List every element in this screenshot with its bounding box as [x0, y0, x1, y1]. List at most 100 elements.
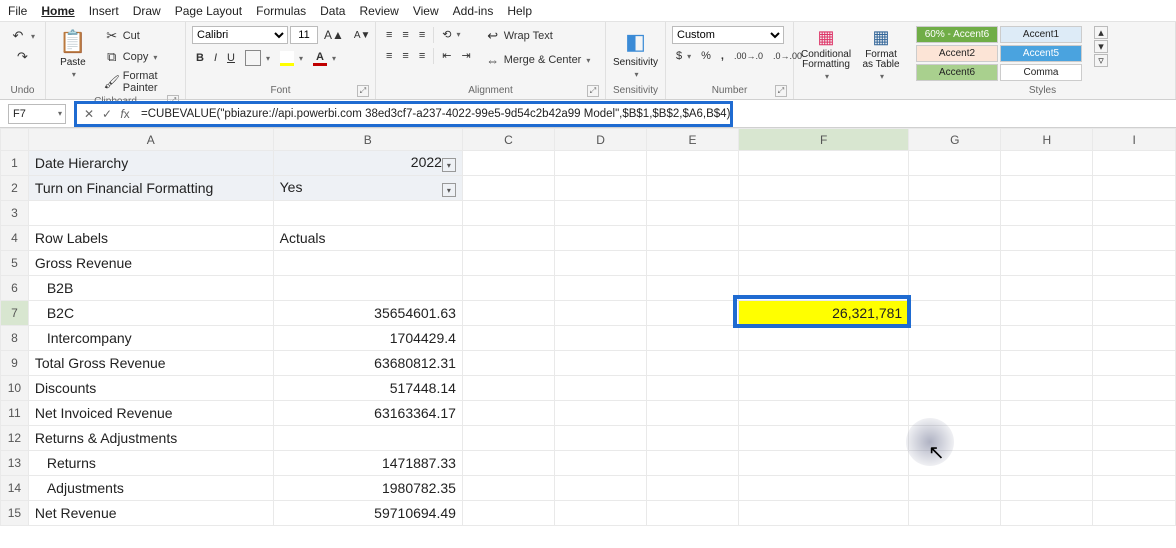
row-header-5[interactable]: 5: [1, 251, 29, 276]
align-right-button[interactable]: ≡: [415, 48, 429, 64]
cell-H10[interactable]: [1001, 376, 1093, 401]
row-header-8[interactable]: 8: [1, 326, 29, 351]
cell-H6[interactable]: [1001, 276, 1093, 301]
cell-H2[interactable]: [1001, 176, 1093, 201]
cell-E7[interactable]: [647, 301, 739, 326]
cell-A6[interactable]: B2B: [28, 276, 273, 301]
accounting-format-button[interactable]: $: [672, 48, 695, 64]
cell-A14[interactable]: Adjustments: [28, 476, 273, 501]
row-header-3[interactable]: 3: [1, 201, 29, 226]
cell-A5[interactable]: Gross Revenue: [28, 251, 273, 276]
cell-E13[interactable]: [647, 451, 739, 476]
increase-font-button[interactable]: A▲: [320, 26, 348, 44]
cell-E14[interactable]: [647, 476, 739, 501]
cell-D1[interactable]: [555, 151, 647, 176]
align-middle-button[interactable]: ≡: [398, 27, 412, 43]
cell-C9[interactable]: [462, 351, 554, 376]
filter-handle-b1[interactable]: ▾: [442, 158, 456, 172]
cell-F6[interactable]: [739, 276, 909, 301]
cell-C7[interactable]: [462, 301, 554, 326]
wrap-text-button[interactable]: ↩Wrap Text: [481, 26, 595, 46]
cell-G13[interactable]: [909, 451, 1001, 476]
cell-I5[interactable]: [1093, 251, 1176, 276]
cell-I13[interactable]: [1093, 451, 1176, 476]
borders-button[interactable]: [241, 48, 274, 68]
col-header-A[interactable]: A: [28, 129, 273, 151]
cell-A4[interactable]: Row Labels: [28, 226, 273, 251]
styles-more[interactable]: ▿: [1094, 54, 1108, 67]
style-swatch-comma[interactable]: Comma: [1000, 64, 1082, 81]
align-left-button[interactable]: ≡: [382, 48, 396, 64]
format-as-table-button[interactable]: ▦ Format as Table: [858, 26, 904, 82]
cell-G9[interactable]: [909, 351, 1001, 376]
cell-I1[interactable]: [1093, 151, 1176, 176]
cell-I7[interactable]: [1093, 301, 1176, 326]
cell-F13[interactable]: [739, 451, 909, 476]
row-header-7[interactable]: 7: [1, 301, 29, 326]
menu-item-formulas[interactable]: Formulas: [256, 4, 306, 18]
cell-F8[interactable]: [739, 326, 909, 351]
col-header-B[interactable]: B: [273, 129, 462, 151]
cell-C14[interactable]: [462, 476, 554, 501]
percent-format-button[interactable]: %: [697, 48, 715, 64]
cell-B9[interactable]: 63680812.31: [273, 351, 462, 376]
cell-C2[interactable]: [462, 176, 554, 201]
cell-B5[interactable]: [273, 251, 462, 276]
cell-B4[interactable]: Actuals: [273, 226, 462, 251]
formula-bar-input[interactable]: =CUBEVALUE("pbiazure://api.powerbi.com 3…: [137, 108, 730, 120]
row-header-15[interactable]: 15: [1, 501, 29, 526]
styles-scroll-up[interactable]: ▴: [1094, 26, 1108, 39]
cell-F11[interactable]: [739, 401, 909, 426]
cell-B2[interactable]: Yes▾: [273, 176, 462, 201]
style-swatch-accent5[interactable]: Accent5: [1000, 45, 1082, 62]
cell-A9[interactable]: Total Gross Revenue: [28, 351, 273, 376]
menu-item-view[interactable]: View: [413, 4, 439, 18]
cell-G14[interactable]: [909, 476, 1001, 501]
cell-H8[interactable]: [1001, 326, 1093, 351]
cell-C6[interactable]: [462, 276, 554, 301]
cell-H13[interactable]: [1001, 451, 1093, 476]
cell-B10[interactable]: 517448.14: [273, 376, 462, 401]
cell-E11[interactable]: [647, 401, 739, 426]
col-header-G[interactable]: G: [909, 129, 1001, 151]
cell-F9[interactable]: [739, 351, 909, 376]
cell-E5[interactable]: [647, 251, 739, 276]
copy-button[interactable]: ⧉Copy: [100, 47, 179, 67]
cell-I8[interactable]: [1093, 326, 1176, 351]
cell-D9[interactable]: [555, 351, 647, 376]
cell-H1[interactable]: [1001, 151, 1093, 176]
menu-item-insert[interactable]: Insert: [89, 4, 119, 18]
number-format-select[interactable]: Custom: [672, 26, 784, 44]
menu-item-draw[interactable]: Draw: [133, 4, 161, 18]
cell-C15[interactable]: [462, 501, 554, 526]
cell-C1[interactable]: [462, 151, 554, 176]
redo-button[interactable]: ↷: [11, 47, 35, 67]
font-color-button[interactable]: A: [309, 49, 340, 68]
cell-D13[interactable]: [555, 451, 647, 476]
font-dialog-launcher[interactable]: ⤢: [357, 85, 369, 97]
underline-button[interactable]: U: [223, 50, 239, 66]
cell-G12[interactable]: [909, 426, 1001, 451]
cell-H4[interactable]: [1001, 226, 1093, 251]
row-header-6[interactable]: 6: [1, 276, 29, 301]
menu-item-help[interactable]: Help: [507, 4, 532, 18]
cut-button[interactable]: ✂Cut: [100, 26, 179, 46]
select-all-corner[interactable]: [1, 129, 29, 151]
number-dialog-launcher[interactable]: ⤢: [775, 85, 787, 97]
format-painter-button[interactable]: 🖌Format Painter: [100, 68, 179, 96]
cell-B7[interactable]: 35654601.63: [273, 301, 462, 326]
font-name-select[interactable]: Calibri: [192, 26, 288, 44]
cell-E3[interactable]: [647, 201, 739, 226]
align-center-button[interactable]: ≡: [398, 48, 412, 64]
col-header-F[interactable]: F: [739, 129, 909, 151]
cell-I15[interactable]: [1093, 501, 1176, 526]
cell-E10[interactable]: [647, 376, 739, 401]
cell-A15[interactable]: Net Revenue: [28, 501, 273, 526]
cell-D3[interactable]: [555, 201, 647, 226]
cell-B13[interactable]: 1471887.33: [273, 451, 462, 476]
align-bottom-button[interactable]: ≡: [415, 27, 429, 43]
merge-center-button[interactable]: ⇔Merge & Center: [481, 50, 595, 70]
cell-F15[interactable]: [739, 501, 909, 526]
cell-F1[interactable]: [739, 151, 909, 176]
cell-D7[interactable]: [555, 301, 647, 326]
